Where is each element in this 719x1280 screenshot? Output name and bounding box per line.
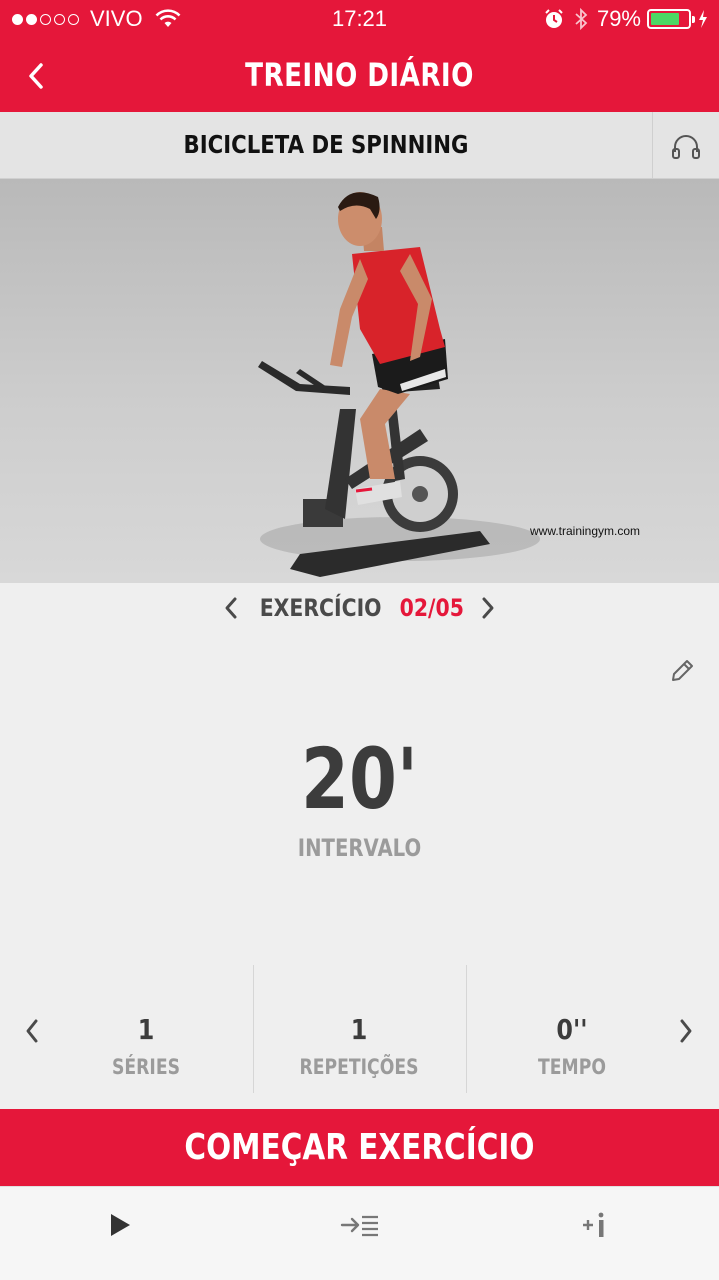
chevron-left-icon [225, 597, 237, 619]
chevron-left-icon [26, 1019, 38, 1043]
start-exercise-button[interactable]: COMEÇAR EXERCÍCIO [0, 1109, 719, 1186]
add-info-icon [583, 1212, 604, 1237]
battery-level-fill [651, 13, 680, 25]
exercise-image: www.trainingym.com [0, 179, 719, 583]
stat-value: 1 [350, 1013, 368, 1046]
exercise-counter: 02/05 [400, 594, 465, 622]
indent-list-icon [340, 1215, 378, 1237]
audio-button[interactable] [652, 112, 719, 179]
back-button[interactable] [14, 54, 58, 98]
start-exercise-label: COMEÇAR EXERCÍCIO [184, 1127, 535, 1168]
headphones-icon [672, 134, 700, 159]
interval-label: INTERVALO [297, 834, 422, 862]
chevron-right-icon [482, 597, 494, 619]
stat-series[interactable]: 1 SÉRIES [40, 965, 252, 1093]
stat-value: 1 [137, 1013, 155, 1046]
exercise-header: BICICLETA DE SPINNING [0, 112, 719, 179]
tab-sequence[interactable] [330, 1205, 390, 1245]
exercise-name: BICICLETA DE SPINNING [183, 130, 469, 159]
stat-label: TEMPO [538, 1055, 606, 1079]
tab-play[interactable] [90, 1205, 150, 1245]
next-exercise-button[interactable] [470, 588, 506, 628]
pencil-icon [672, 660, 693, 681]
chevron-left-icon [29, 63, 43, 89]
stat-label: REPETIÇÕES [299, 1055, 419, 1079]
spinning-bike-illustration [258, 192, 540, 577]
tab-bar [0, 1186, 719, 1280]
status-right: 79% [543, 6, 709, 32]
stat-label: SÉRIES [111, 1055, 181, 1079]
status-bar: VIVO 17:21 79% [0, 0, 719, 40]
exercise-navigator: EXERCÍCIO 02/05 [0, 583, 719, 633]
nav-bar: TREINO DIÁRIO [0, 40, 719, 112]
bluetooth-icon [575, 7, 588, 31]
stats-next-button[interactable] [668, 1013, 704, 1049]
stat-value: 0'' [556, 1013, 588, 1046]
play-icon [111, 1214, 130, 1236]
image-watermark: www.trainingym.com [530, 524, 641, 538]
battery-icon [647, 9, 695, 29]
chevron-right-icon [680, 1019, 692, 1043]
page-title: TREINO DIÁRIO [245, 56, 474, 94]
stats-row: 1 SÉRIES 1 REPETIÇÕES 0'' TEMPO [0, 965, 719, 1095]
charging-icon [699, 10, 707, 28]
alarm-icon [545, 9, 563, 28]
edit-button[interactable] [664, 653, 700, 689]
tab-info[interactable] [566, 1205, 626, 1245]
stat-time[interactable]: 0'' TEMPO [466, 965, 678, 1093]
exercise-label: EXERCÍCIO [259, 594, 382, 622]
battery-percent: 79% [596, 6, 641, 31]
stat-repetitions[interactable]: 1 REPETIÇÕES [253, 965, 465, 1093]
previous-exercise-button[interactable] [213, 588, 249, 628]
interval-value: 20' [301, 730, 418, 828]
